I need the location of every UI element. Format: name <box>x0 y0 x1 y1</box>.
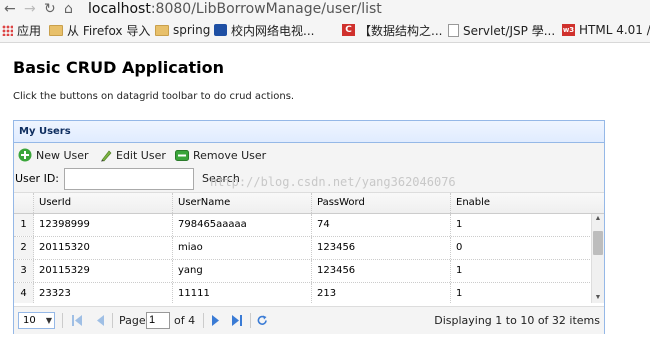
row-number: 4 <box>14 283 34 303</box>
cell-userid: 20115320 <box>34 237 173 259</box>
bookmarks-bar: 应用 从 Firefox 导入 spring 校内网络电视... C 【数据结构之… <box>0 19 650 43</box>
cell-password: 123456 <box>312 237 451 259</box>
cell-password: 74 <box>312 214 451 236</box>
folder-icon <box>49 24 63 36</box>
cell-userid: 20115329 <box>34 260 173 282</box>
datagrid-toolbar: New User Edit User Remove User <box>14 143 604 167</box>
pager-separator <box>203 313 204 328</box>
cell-username: 11111 <box>173 283 312 303</box>
new-user-button[interactable]: New User <box>18 147 89 163</box>
bookmark-firefox-import[interactable]: 从 Firefox 导入 <box>49 22 150 38</box>
scroll-down-icon[interactable]: ▼ <box>592 293 604 303</box>
chevron-down-icon: ▼ <box>45 316 52 325</box>
rownum-header <box>14 193 34 213</box>
bookmark-servlet[interactable]: Servlet/JSP 學... <box>448 22 558 38</box>
cell-username: miao <box>173 237 312 259</box>
column-header[interactable]: Enable <box>451 193 592 213</box>
address-bar: ← → ↻ ⌂ localhost:8080/LibBorrowManage/u… <box>0 0 650 19</box>
remove-icon <box>175 149 189 161</box>
home-icon[interactable]: ⌂ <box>64 1 73 17</box>
last-page-icon[interactable] <box>232 315 242 326</box>
refresh-icon[interactable] <box>257 315 268 326</box>
edit-user-button[interactable]: Edit User <box>100 147 166 163</box>
reload-icon[interactable]: ↻ <box>44 1 56 17</box>
bookmark-spring[interactable]: spring <box>155 22 210 38</box>
column-header[interactable]: UserId <box>34 193 173 213</box>
column-header[interactable]: UserName <box>173 193 312 213</box>
page-description: Click the buttons on datagrid toolbar to… <box>13 91 295 102</box>
prev-page-icon[interactable] <box>96 315 106 326</box>
table-row[interactable]: 4 23323 11111 213 1 <box>14 283 592 303</box>
folder-icon <box>155 24 169 36</box>
cell-userid: 23323 <box>34 283 173 303</box>
remove-user-button[interactable]: Remove User <box>175 147 266 163</box>
pager-info: Displaying 1 to 10 of 32 items <box>434 314 600 327</box>
row-number: 2 <box>14 237 34 259</box>
bookmark-html401[interactable]: w3 HTML 4.01 / <box>562 22 650 38</box>
pager-separator <box>250 313 251 328</box>
cell-enable: 0 <box>456 242 463 253</box>
page-label: Page <box>119 314 146 327</box>
row-number: 1 <box>14 214 34 236</box>
panel-title: My Users <box>14 121 604 143</box>
tv-site-icon <box>214 24 227 36</box>
users-panel: My Users New User Edit User Remove User … <box>13 120 605 334</box>
cell-enable: 1 <box>456 219 463 230</box>
page-count: of 4 <box>174 314 196 327</box>
user-id-input[interactable] <box>64 168 194 190</box>
next-page-icon[interactable] <box>210 315 220 326</box>
cell-username: yang <box>173 260 312 282</box>
pager-separator <box>62 313 63 328</box>
back-icon[interactable]: ← <box>4 1 16 17</box>
url-field[interactable]: localhost:8080/LibBorrowManage/user/list <box>88 1 382 17</box>
page-icon <box>448 23 459 37</box>
column-header[interactable]: PassWord <box>312 193 451 213</box>
page-size-select[interactable]: 10 ▼ <box>18 312 55 329</box>
table-row[interactable]: 3 20115329 yang 123456 1 <box>14 260 592 283</box>
pager-separator <box>112 313 113 328</box>
users-datagrid: UserId UserName PassWord Enable 1 123989… <box>14 193 604 303</box>
user-id-label: User ID: <box>15 172 59 185</box>
grid-scrollbar[interactable]: ▲ ▼ <box>591 214 604 303</box>
blog-watermark: http://blog.csdn.net/yang362046076 <box>210 175 456 189</box>
cell-enable: 1 <box>456 288 463 299</box>
csdn-icon: C <box>342 24 355 36</box>
cell-password: 123456 <box>312 260 451 282</box>
table-row[interactable]: 2 20115320 miao 123456 0 <box>14 237 592 260</box>
row-number: 3 <box>14 260 34 282</box>
scroll-thumb[interactable] <box>593 231 603 255</box>
first-page-icon[interactable] <box>72 315 82 326</box>
page-title: Basic CRUD Application <box>13 58 225 77</box>
cell-password: 213 <box>312 283 451 303</box>
cell-userid: 12398999 <box>34 214 173 236</box>
grid-header: UserId UserName PassWord Enable <box>14 193 604 214</box>
cell-username: 798465aaaaa <box>173 214 312 236</box>
cell-enable: 1 <box>456 265 463 276</box>
w3school-icon: w3 <box>562 24 575 36</box>
pencil-icon <box>101 150 112 161</box>
datagrid-pager: 10 ▼ Page 1 of 4 Displaying 1 to 10 of 32… <box>14 306 604 334</box>
apps-grid-icon <box>2 24 13 36</box>
table-row[interactable]: 1 12398999 798465aaaaa 74 1 <box>14 214 592 237</box>
scroll-up-icon[interactable]: ▲ <box>592 214 604 224</box>
forward-icon[interactable]: → <box>24 1 36 17</box>
bookmark-apps[interactable]: 应用 <box>2 22 41 38</box>
bookmark-data-structure[interactable]: C 【数据结构之... <box>342 22 450 38</box>
bookmark-tv[interactable]: 校内网络电视... <box>214 22 342 38</box>
add-icon <box>18 148 32 162</box>
page-number-input[interactable]: 1 <box>146 312 170 329</box>
